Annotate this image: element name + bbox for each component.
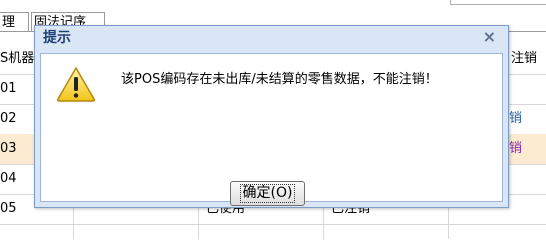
column-header-pos-machine[interactable]: S机器 <box>0 44 34 74</box>
column-header-cancel[interactable]: 注销 <box>511 44 537 74</box>
alert-dialog: 提示 × 该POS编码存在未出库/未结算的零售数据，不能注销！ 确定(O) <box>34 25 509 208</box>
dialog-title: 提示 <box>43 30 71 46</box>
tab-management[interactable]: 理 <box>0 12 29 32</box>
cell-id: 02 <box>0 111 17 126</box>
cell-cancel-link[interactable]: 销 <box>509 134 522 164</box>
cell-id: 03 <box>0 141 17 156</box>
cell-id: 05 <box>0 201 17 216</box>
ok-button[interactable]: 确定(O) <box>230 181 305 206</box>
dialog-header[interactable]: 提示 × <box>35 26 508 50</box>
dialog-message: 该POS编码存在未出库/未结算的零售数据，不能注销！ <box>121 72 438 87</box>
close-icon[interactable]: × <box>483 28 496 46</box>
warning-icon <box>56 67 96 102</box>
top-right-bar <box>450 0 546 5</box>
cell-id: 01 <box>0 81 17 96</box>
ok-button-label: 确定(O) <box>239 184 296 203</box>
cell-id: 04 <box>0 171 17 186</box>
dialog-body: 该POS编码存在未出库/未结算的零售数据，不能注销！ 确定(O) <box>40 53 503 206</box>
cell-cancel-link[interactable]: 销 <box>509 104 522 134</box>
